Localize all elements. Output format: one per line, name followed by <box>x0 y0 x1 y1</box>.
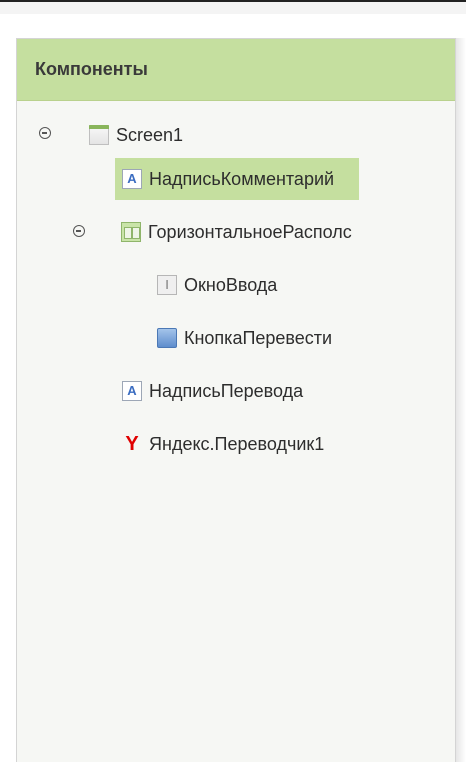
horizontal-arrangement-icon <box>121 222 141 242</box>
tree-node-label: ОкноВвода <box>184 274 278 295</box>
tree-node-label: НадписьПеревода <box>149 380 304 401</box>
tree-node-yandex-translator[interactable]: Y Яндекс.Переводчик1 <box>122 423 324 465</box>
panel-shadow <box>456 38 466 762</box>
tree-node-label: Screen1 <box>116 124 184 145</box>
tree-node-translate-button[interactable]: КнопкаПеревести <box>157 317 332 359</box>
tree-node-label-comment[interactable]: A НадписьКомментарий <box>115 158 359 200</box>
yandex-translator-icon: Y <box>125 433 139 455</box>
collapse-screen1-toggle[interactable] <box>39 127 51 139</box>
collapse-horizontal-arrangement-toggle[interactable] <box>73 225 85 237</box>
top-strip <box>0 2 466 14</box>
button-component-icon <box>157 328 177 348</box>
screen-icon <box>89 125 109 145</box>
tree-node-label: Яндекс.Переводчик1 <box>149 433 325 454</box>
components-panel: Компоненты Screen1 A НадписьКомментарий … <box>16 38 456 762</box>
tree-node-screen1[interactable]: Screen1 <box>89 114 183 156</box>
textbox-icon: I <box>157 275 177 295</box>
panel-header: Компоненты <box>17 39 455 101</box>
tree-node-horizontal-arrangement[interactable]: ГоризонтальноеРасполс <box>121 211 352 253</box>
tree-node-label: КнопкаПеревести <box>184 327 333 348</box>
label-component-icon: A <box>122 169 142 189</box>
tree-node-label: ГоризонтальноеРасполс <box>148 221 352 242</box>
tree-node-translation-label[interactable]: A НадписьПеревода <box>122 370 303 412</box>
tree-node-textbox[interactable]: I ОкноВвода <box>157 264 277 306</box>
tree-node-label: НадписьКомментарий <box>149 168 335 189</box>
label-component-icon: A <box>122 381 142 401</box>
panel-title: Компоненты <box>35 59 148 79</box>
